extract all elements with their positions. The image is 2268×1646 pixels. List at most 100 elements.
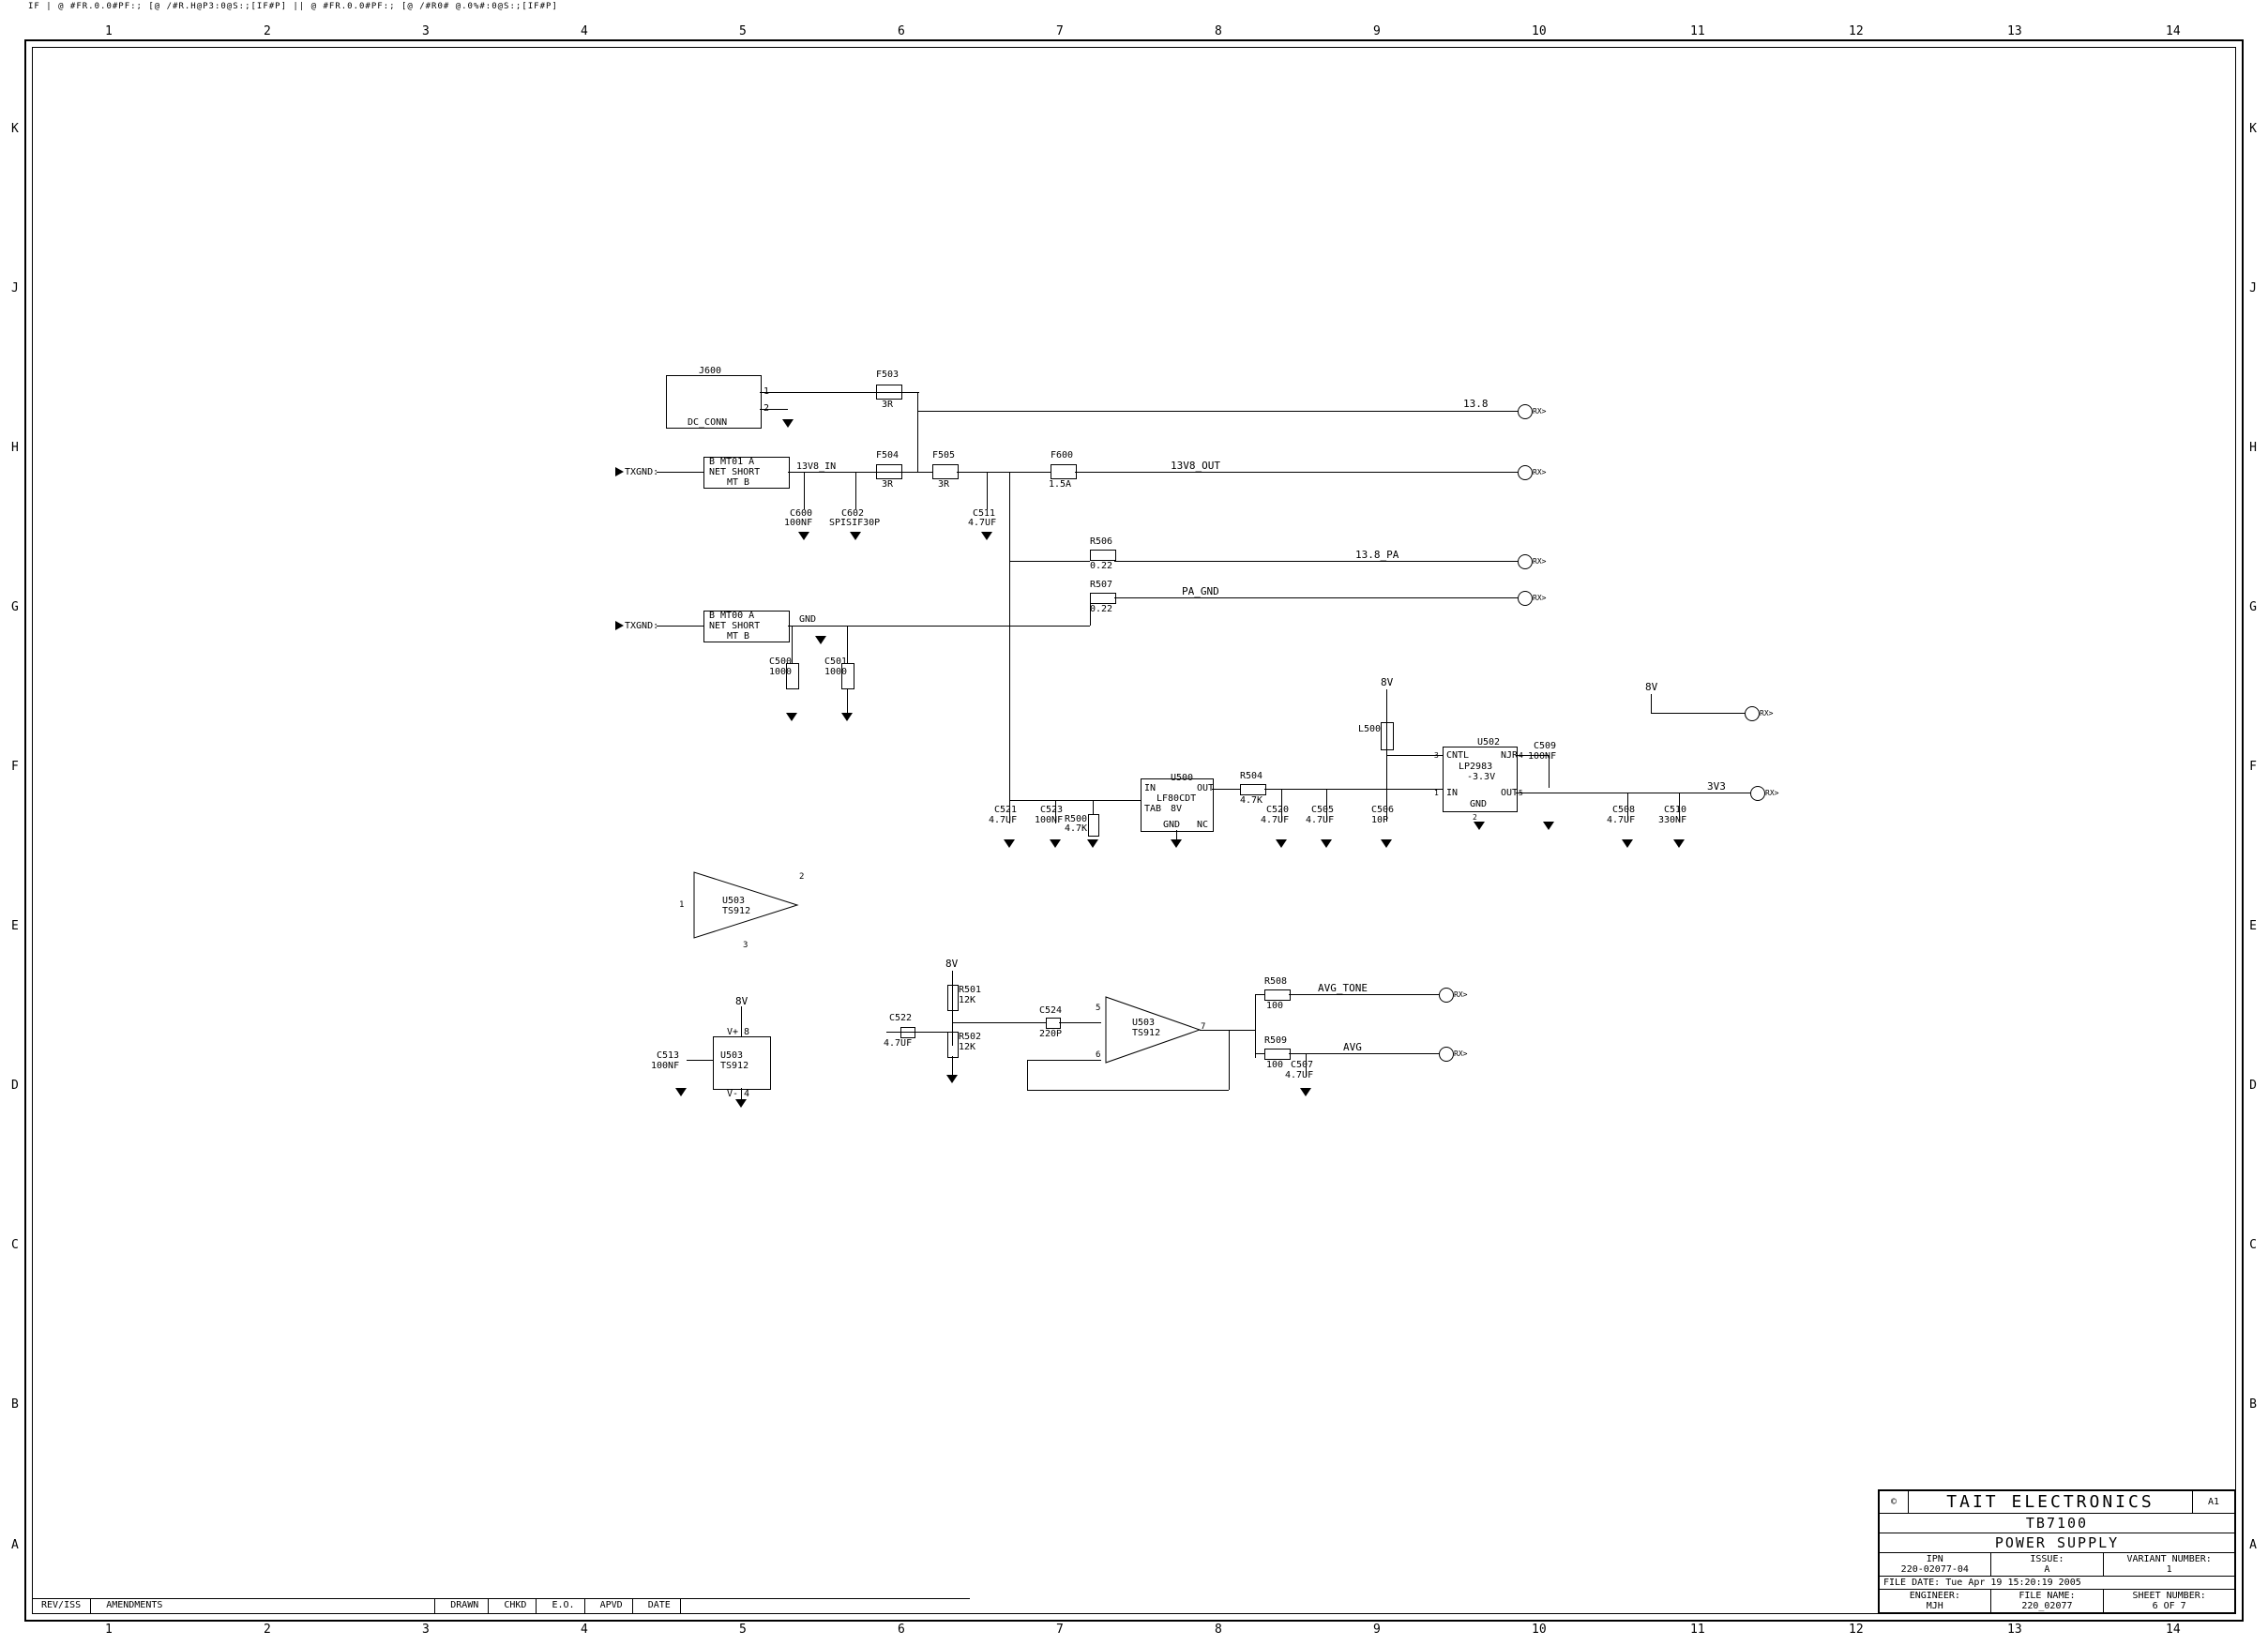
ref-r501: R501 xyxy=(959,985,981,995)
ipn-value: 220-02077-04 xyxy=(1901,1564,1969,1575)
ref-u503a: U503 xyxy=(722,896,745,906)
col-label: 10 xyxy=(1532,24,1547,38)
val-f503: 3R xyxy=(882,400,893,410)
net-13v8: 13.8 xyxy=(1463,399,1489,409)
val-c505: 4.7UF xyxy=(1306,815,1334,825)
res-r507 xyxy=(1090,593,1116,604)
row-label: H xyxy=(2249,441,2257,455)
row-label: J xyxy=(11,281,19,295)
file-date-label: FILE DATE: xyxy=(1883,1578,1940,1588)
offpage-connector xyxy=(1745,706,1760,721)
pin-7: 7 xyxy=(1201,1022,1205,1033)
col-label: 1 xyxy=(105,24,113,38)
col-label: 10 xyxy=(1532,1623,1547,1637)
val-c521: 4.7UF xyxy=(989,815,1017,825)
gnd-icon xyxy=(850,532,861,540)
pin-5: 5 xyxy=(1096,1004,1100,1014)
row-label: A xyxy=(2249,1538,2257,1552)
issue-label: ISSUE: xyxy=(2030,1554,2064,1564)
gnd-icon xyxy=(1381,839,1392,848)
pin-1: 1 xyxy=(1434,788,1439,798)
val-c513: 100NF xyxy=(651,1061,679,1071)
file-header-text: IF | @ #FR.0.0#PF:; [@ /#R.H@P3:0@S:;[IF… xyxy=(28,2,558,11)
col-label: 14 xyxy=(2166,24,2181,38)
ref-f505: F505 xyxy=(932,450,955,461)
pin-3: 3 xyxy=(743,941,748,951)
col-label: 9 xyxy=(1373,1623,1381,1637)
ref-j600: J600 xyxy=(699,366,721,376)
u500-in: IN xyxy=(1144,783,1156,793)
offpage-connector xyxy=(1750,786,1765,801)
row-label: K xyxy=(11,122,19,136)
ref-c509: C509 xyxy=(1534,741,1556,751)
opamp-u503a xyxy=(685,863,807,947)
net-avg-tone: AVG_TONE xyxy=(1318,983,1368,993)
variant-label: VARIANT NUMBER: xyxy=(2126,1554,2211,1564)
net-8v-pwr: 8V xyxy=(735,996,748,1006)
ref-f503: F503 xyxy=(876,370,899,380)
gnd-icon xyxy=(1300,1088,1311,1096)
ref-r507: R507 xyxy=(1090,580,1112,590)
col-label: 9 xyxy=(1373,24,1381,38)
col-label: 3 xyxy=(422,1623,430,1637)
rev-date: DATE xyxy=(639,1599,681,1614)
sheet-value: 6 OF 7 xyxy=(2153,1601,2186,1611)
offpage-connector xyxy=(1518,591,1533,606)
model-number: TB7100 xyxy=(2026,1515,2088,1532)
schematic-sheet: IF | @ #FR.0.0#PF:; [@ /#R.H@P3:0@S:;[IF… xyxy=(0,0,2268,1646)
ref-c520: C520 xyxy=(1266,805,1289,815)
pin-1: 1 xyxy=(679,900,684,911)
type-u503a: TS912 xyxy=(722,906,750,916)
offpage-connector xyxy=(1439,988,1454,1003)
val-c522: 4.7UF xyxy=(884,1038,912,1049)
res-r509 xyxy=(1264,1049,1291,1060)
conn-suffix: RX> xyxy=(1454,989,1467,1000)
ref-c508: C508 xyxy=(1612,805,1635,815)
col-label: 6 xyxy=(898,24,905,38)
net-13v8out: 13V8_OUT xyxy=(1171,461,1220,471)
ref-c513: C513 xyxy=(657,1050,679,1061)
schematic-title: POWER SUPPLY xyxy=(1995,1534,2119,1551)
conn-suffix: RX> xyxy=(1454,1049,1467,1059)
input-arrow-icon xyxy=(615,467,624,476)
engineer-value: MJH xyxy=(1927,1601,1943,1611)
offpage-connector xyxy=(1518,465,1533,480)
u500-sub: 8V xyxy=(1171,804,1182,814)
u502-sub: -3.3V xyxy=(1467,772,1495,782)
ref-u503p: U503 xyxy=(720,1050,743,1061)
val-c507: 4.7UF xyxy=(1285,1070,1313,1080)
ipn-label: IPN xyxy=(1927,1554,1943,1564)
u500-gnd: GND xyxy=(1163,820,1180,830)
rev-drawn: DRAWN xyxy=(441,1599,489,1614)
val-f504: 3R xyxy=(882,479,893,490)
res-r501 xyxy=(947,985,959,1011)
col-label: 7 xyxy=(1056,24,1064,38)
val-r508: 100 xyxy=(1266,1001,1283,1011)
gnd-icon xyxy=(1321,839,1332,848)
gnd-icon xyxy=(1276,839,1287,848)
col-label: 2 xyxy=(264,1623,271,1637)
col-label: 13 xyxy=(2007,1623,2022,1637)
company-name: TAIT ELECTRONICS xyxy=(1946,1492,2154,1512)
ref-u503b: U503 xyxy=(1132,1018,1155,1028)
gnd-icon xyxy=(1474,822,1485,830)
u503p-vp: V+ 8 xyxy=(727,1027,749,1037)
col-label: 5 xyxy=(739,24,747,38)
col-label: 12 xyxy=(1849,24,1864,38)
ref-c510: C510 xyxy=(1664,805,1686,815)
mt2-type: NET SHORT xyxy=(709,621,760,631)
net-8v-2: 8V xyxy=(1645,682,1657,692)
fuse-f600 xyxy=(1051,464,1077,479)
file-date-value: Tue Apr 19 15:20:19 2005 xyxy=(1945,1578,2081,1588)
u500-nc: NC xyxy=(1197,820,1208,830)
col-label: 5 xyxy=(739,1623,747,1637)
row-label: J xyxy=(2249,281,2257,295)
ref-f504: F504 xyxy=(876,450,899,461)
col-label: 2 xyxy=(264,24,271,38)
rev-eo: E.O. xyxy=(542,1599,584,1614)
variant-value: 1 xyxy=(2167,1564,2172,1575)
col-label: 13 xyxy=(2007,24,2022,38)
u500-type: LF80CDT xyxy=(1157,793,1196,804)
val-c508: 4.7UF xyxy=(1607,815,1635,825)
ref-r506: R506 xyxy=(1090,536,1112,547)
